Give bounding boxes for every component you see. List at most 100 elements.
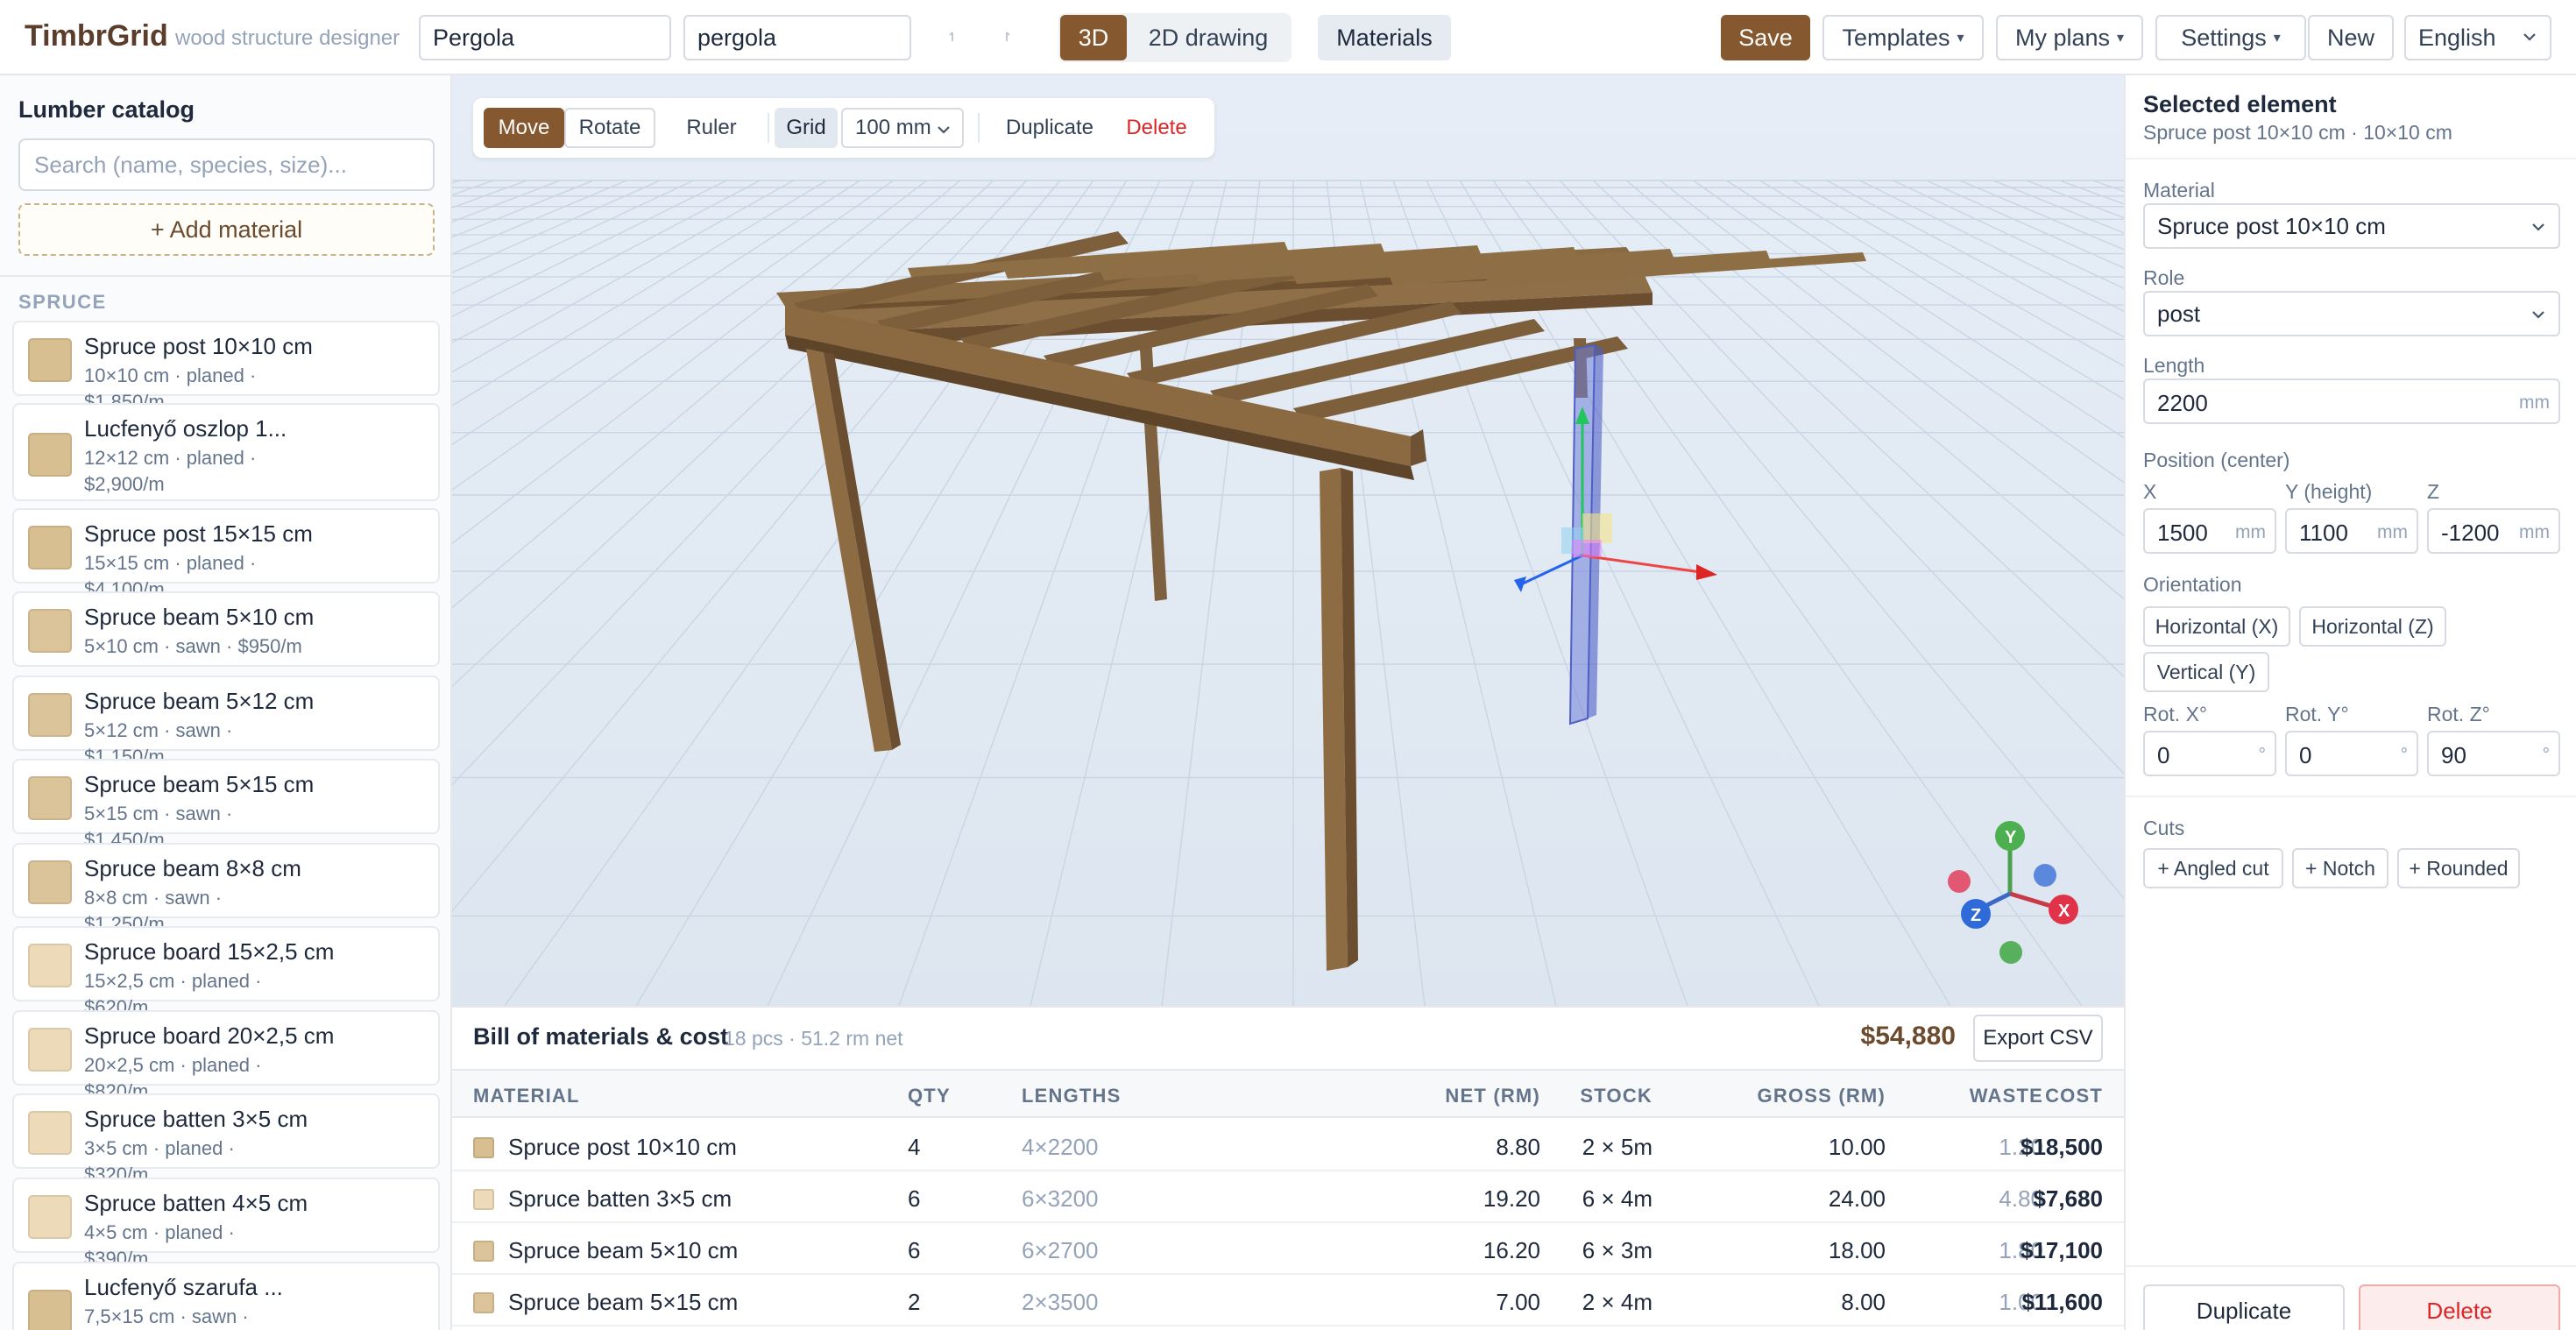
- catalog-item[interactable]: Lucfenyő szarufa ... 7,5×15 cm · sawn ·: [12, 1262, 440, 1330]
- move-tool-button[interactable]: Move: [484, 108, 564, 148]
- grid-toggle-button[interactable]: Grid: [775, 108, 838, 148]
- templates-label: Templates: [1842, 24, 1950, 51]
- orient-horizontal-z-button[interactable]: Horizontal (Z): [2299, 606, 2446, 647]
- bom-table-header: MATERIAL QTY LENGTHS NET (RM) STOCK GROS…: [452, 1069, 2124, 1118]
- col-material: MATERIAL: [473, 1085, 580, 1107]
- redo-icon[interactable]: [990, 19, 1029, 58]
- catalog-item[interactable]: Spruce board 15×2,5 cm 15×2,5 cm · plane…: [12, 926, 440, 1018]
- rot-z-input[interactable]: 90 °: [2427, 731, 2560, 776]
- catalog-item[interactable]: Spruce beam 5×12 cm 5×12 cm · sawn · $1,…: [12, 676, 440, 768]
- catalog-item[interactable]: Spruce post 10×10 cm 10×10 cm · planed ·…: [12, 321, 440, 413]
- pos-y-unit: mm: [2374, 522, 2408, 543]
- project-name-input[interactable]: [419, 15, 671, 60]
- undo-icon[interactable]: [938, 19, 976, 58]
- material-select[interactable]: Spruce post 10×10 cm: [2143, 203, 2560, 249]
- chevron-down-icon: [2532, 311, 2544, 319]
- bom-cell-lengths: 4×2200: [1022, 1134, 1099, 1160]
- add-angled-cut-button[interactable]: + Angled cut: [2143, 848, 2283, 888]
- bom-cell-stock: 6 × 3m: [1582, 1237, 1652, 1263]
- add-notch-button[interactable]: + Notch: [2292, 848, 2388, 888]
- catalog-item[interactable]: Lucfenyő oszlop 1... 12×12 cm · planed ·…: [12, 403, 440, 501]
- my-plans-menu[interactable]: My plans ▾: [1996, 15, 2143, 60]
- axis-z-label: Z: [1971, 906, 1981, 925]
- pos-z-unit: mm: [2516, 522, 2550, 543]
- bom-row[interactable]: Spruce post 10×10 cm 4 4×2200 8.80 2 × 5m 10.…: [452, 1120, 2124, 1171]
- pos-z-input[interactable]: -1200 mm: [2427, 508, 2560, 554]
- material-swatch: [473, 1292, 494, 1313]
- bom-row[interactable]: Spruce beam 5×10 cm 6 6×2700 16.20 6 × 3m 18.…: [452, 1223, 2124, 1275]
- materials-button[interactable]: Materials: [1318, 15, 1451, 60]
- orient-vertical-y-button[interactable]: Vertical (Y): [2143, 652, 2269, 692]
- language-select[interactable]: English: [2404, 15, 2551, 60]
- bom-cell-gross: 10.00: [1828, 1134, 1886, 1160]
- bom-cell-qty: 2: [908, 1289, 921, 1315]
- material-select-value: Spruce post 10×10 cm: [2157, 212, 2386, 239]
- rot-z-unit: °: [2538, 745, 2550, 766]
- project-slug-input[interactable]: [683, 15, 911, 60]
- view-3d-button[interactable]: 3D: [1060, 15, 1127, 60]
- ruler-tool-button[interactable]: Ruler: [671, 108, 752, 148]
- orient-horizontal-x-button[interactable]: Horizontal (X): [2143, 606, 2290, 647]
- pos-y-input[interactable]: 1100 mm: [2285, 508, 2418, 554]
- length-input[interactable]: 2200 mm: [2143, 378, 2560, 424]
- catalog-item[interactable]: Spruce board 20×2,5 cm 20×2,5 cm · plane…: [12, 1010, 440, 1102]
- delete-button[interactable]: Delete: [1113, 108, 1200, 148]
- rotate-tool-button[interactable]: Rotate: [564, 108, 655, 148]
- bom-title: Bill of materials & cost: [473, 1023, 729, 1050]
- catalog-item-name: Spruce beam 5×15 cm: [84, 771, 315, 797]
- toolbar-divider: [978, 113, 980, 143]
- grid-size-select[interactable]: 100 mm: [841, 108, 964, 148]
- 3d-viewport[interactable]: Y X Z Move Rotate Ruler Grid 100 mm Dupl…: [452, 75, 2124, 1006]
- duplicate-button[interactable]: Duplicate: [990, 108, 1109, 148]
- col-net: NET (RM): [1445, 1085, 1540, 1107]
- pos-y-value: 1100: [2299, 520, 2348, 546]
- save-button[interactable]: Save: [1721, 15, 1810, 60]
- rot-y-label: Rot. Y°: [2285, 703, 2349, 725]
- catalog-item[interactable]: Spruce beam 5×10 cm 5×10 cm · sawn · $95…: [12, 591, 440, 667]
- catalog-search-input[interactable]: [18, 138, 435, 191]
- bom-cell-stock: 2 × 5m: [1582, 1134, 1652, 1160]
- pos-x-label: X: [2143, 480, 2157, 503]
- inspector-duplicate-button[interactable]: Duplicate: [2143, 1284, 2345, 1330]
- catalog-group-heading: SPRUCE: [18, 291, 107, 313]
- material-swatch: [28, 776, 72, 820]
- inspector-delete-button[interactable]: Delete: [2359, 1284, 2560, 1330]
- 3d-scene[interactable]: Y X Z: [452, 75, 2124, 1006]
- add-material-button[interactable]: + Add material: [18, 203, 435, 256]
- bom-cell-net: 7.00: [1496, 1289, 1540, 1315]
- add-rounded-button[interactable]: + Rounded: [2397, 848, 2520, 888]
- inspector-panel: Selected element Spruce post 10×10 cm · …: [2124, 75, 2576, 1330]
- rot-y-input[interactable]: 0 °: [2285, 731, 2418, 776]
- new-button[interactable]: New: [2308, 15, 2394, 60]
- role-select[interactable]: post: [2143, 291, 2560, 336]
- material-swatch: [28, 526, 72, 569]
- catalog-item-name: Lucfenyő szarufa ...: [84, 1274, 283, 1300]
- bom-row[interactable]: Spruce batten 3×5 cm 6 6×3200 19.20 6 × 4m 24…: [452, 1171, 2124, 1223]
- col-cost: COST: [2045, 1085, 2103, 1107]
- toolbar-divider: [768, 113, 769, 143]
- export-csv-button[interactable]: Export CSV: [1973, 1015, 2103, 1062]
- catalog-item-name: Spruce beam 5×10 cm: [84, 604, 315, 630]
- rot-x-input[interactable]: 0 °: [2143, 731, 2276, 776]
- pos-y-label: Y (height): [2285, 480, 2373, 503]
- pos-z-label: Z: [2427, 480, 2440, 503]
- view-mode-switch: 3D 2D drawing: [1058, 13, 1292, 62]
- view-2d-button[interactable]: 2D drawing: [1127, 15, 1290, 60]
- material-swatch: [28, 609, 72, 653]
- catalog-item-name: Spruce post 10×10 cm: [84, 333, 313, 359]
- catalog-item[interactable]: Spruce batten 3×5 cm 3×5 cm · planed · $…: [12, 1093, 440, 1185]
- catalog-item-name: Spruce batten 4×5 cm: [84, 1190, 308, 1216]
- catalog-item[interactable]: Spruce beam 5×15 cm 5×15 cm · sawn · $1,…: [12, 759, 440, 851]
- role-label: Role: [2143, 266, 2185, 289]
- templates-menu[interactable]: Templates ▾: [1822, 15, 1984, 60]
- catalog-item[interactable]: Spruce batten 4×5 cm 4×5 cm · planed · $…: [12, 1178, 440, 1270]
- catalog-item[interactable]: Spruce beam 8×8 cm 8×8 cm · sawn · $1,25…: [12, 843, 440, 935]
- inspector-title: Selected element: [2143, 91, 2337, 117]
- catalog-item[interactable]: Spruce post 15×15 cm 15×15 cm · planed ·…: [12, 508, 440, 600]
- axis-x-label: X: [2058, 902, 2070, 921]
- settings-menu[interactable]: Settings ▾: [2155, 15, 2306, 60]
- catalog-item-name: Spruce board 20×2,5 cm: [84, 1022, 335, 1049]
- rot-y-unit: °: [2396, 745, 2408, 766]
- pos-x-input[interactable]: 1500 mm: [2143, 508, 2276, 554]
- bom-row[interactable]: Spruce beam 5×15 cm 2 2×3500 7.00 2 × 4m 8.00…: [452, 1275, 2124, 1326]
